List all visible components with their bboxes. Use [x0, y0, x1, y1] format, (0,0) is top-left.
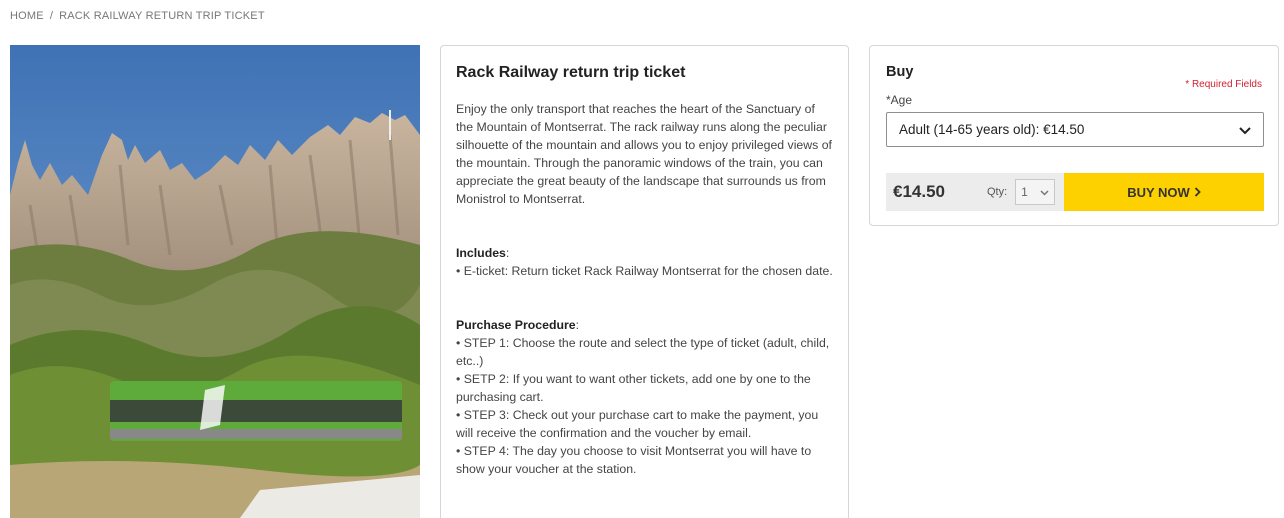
breadcrumb-home-link[interactable]: HOME [10, 10, 44, 22]
qty-value: 1 [1021, 185, 1028, 199]
includes-section: Includes: • E-ticket: Return ticket Rack… [456, 246, 833, 278]
chevron-down-icon [1040, 185, 1049, 199]
product-title: Rack Railway return trip ticket [456, 64, 686, 81]
product-description: Enjoy the only transport that reaches th… [456, 100, 833, 478]
buy-panel: Buy * Required Fields *Age Adult (14-65 … [869, 45, 1279, 226]
procedure-section: Purchase Procedure: • STEP 1: Choose the… [456, 316, 833, 478]
procedure-heading: Purchase Procedure [456, 318, 576, 332]
product-intro: Enjoy the only transport that reaches th… [456, 102, 832, 206]
product-photo [10, 45, 420, 518]
chevron-right-icon [1194, 185, 1201, 200]
age-label: *Age [886, 93, 913, 107]
procedure-step: • SETP 2: If you want to want other tick… [456, 372, 811, 404]
procedure-step: • STEP 3: Check out your purchase cart t… [456, 408, 819, 440]
qty-label: Qty: [987, 186, 1008, 198]
age-selected-value: Adult (14-65 years old): €14.50 [899, 122, 1085, 137]
price-value: €14.50 [893, 182, 945, 201]
breadcrumb-current: RACK RAILWAY RETURN TRIP TICKET [59, 10, 265, 22]
breadcrumb: HOME / RACK RAILWAY RETURN TRIP TICKET [10, 10, 265, 22]
procedure-step: • STEP 1: Choose the route and select th… [456, 336, 830, 368]
chevron-down-icon [1239, 122, 1251, 138]
includes-item: • E-ticket: Return ticket Rack Railway M… [456, 264, 833, 278]
includes-heading: Includes [456, 246, 506, 260]
age-select[interactable]: Adult (14-65 years old): €14.50 [886, 112, 1264, 147]
breadcrumb-separator: / [49, 10, 54, 22]
procedure-step: • STEP 4: The day you choose to visit Mo… [456, 444, 812, 476]
product-description-card: Rack Railway return trip ticket Enjoy th… [440, 45, 849, 518]
buy-title: Buy [886, 64, 914, 80]
buy-now-button[interactable]: BUY NOW [1064, 173, 1264, 211]
price-bar: €14.50 Qty: 1 BUY NOW [886, 173, 1264, 211]
required-fields-note: * Required Fields [1185, 79, 1262, 90]
quantity-select[interactable]: 1 [1015, 179, 1056, 205]
buy-now-label: BUY NOW [1127, 184, 1190, 200]
